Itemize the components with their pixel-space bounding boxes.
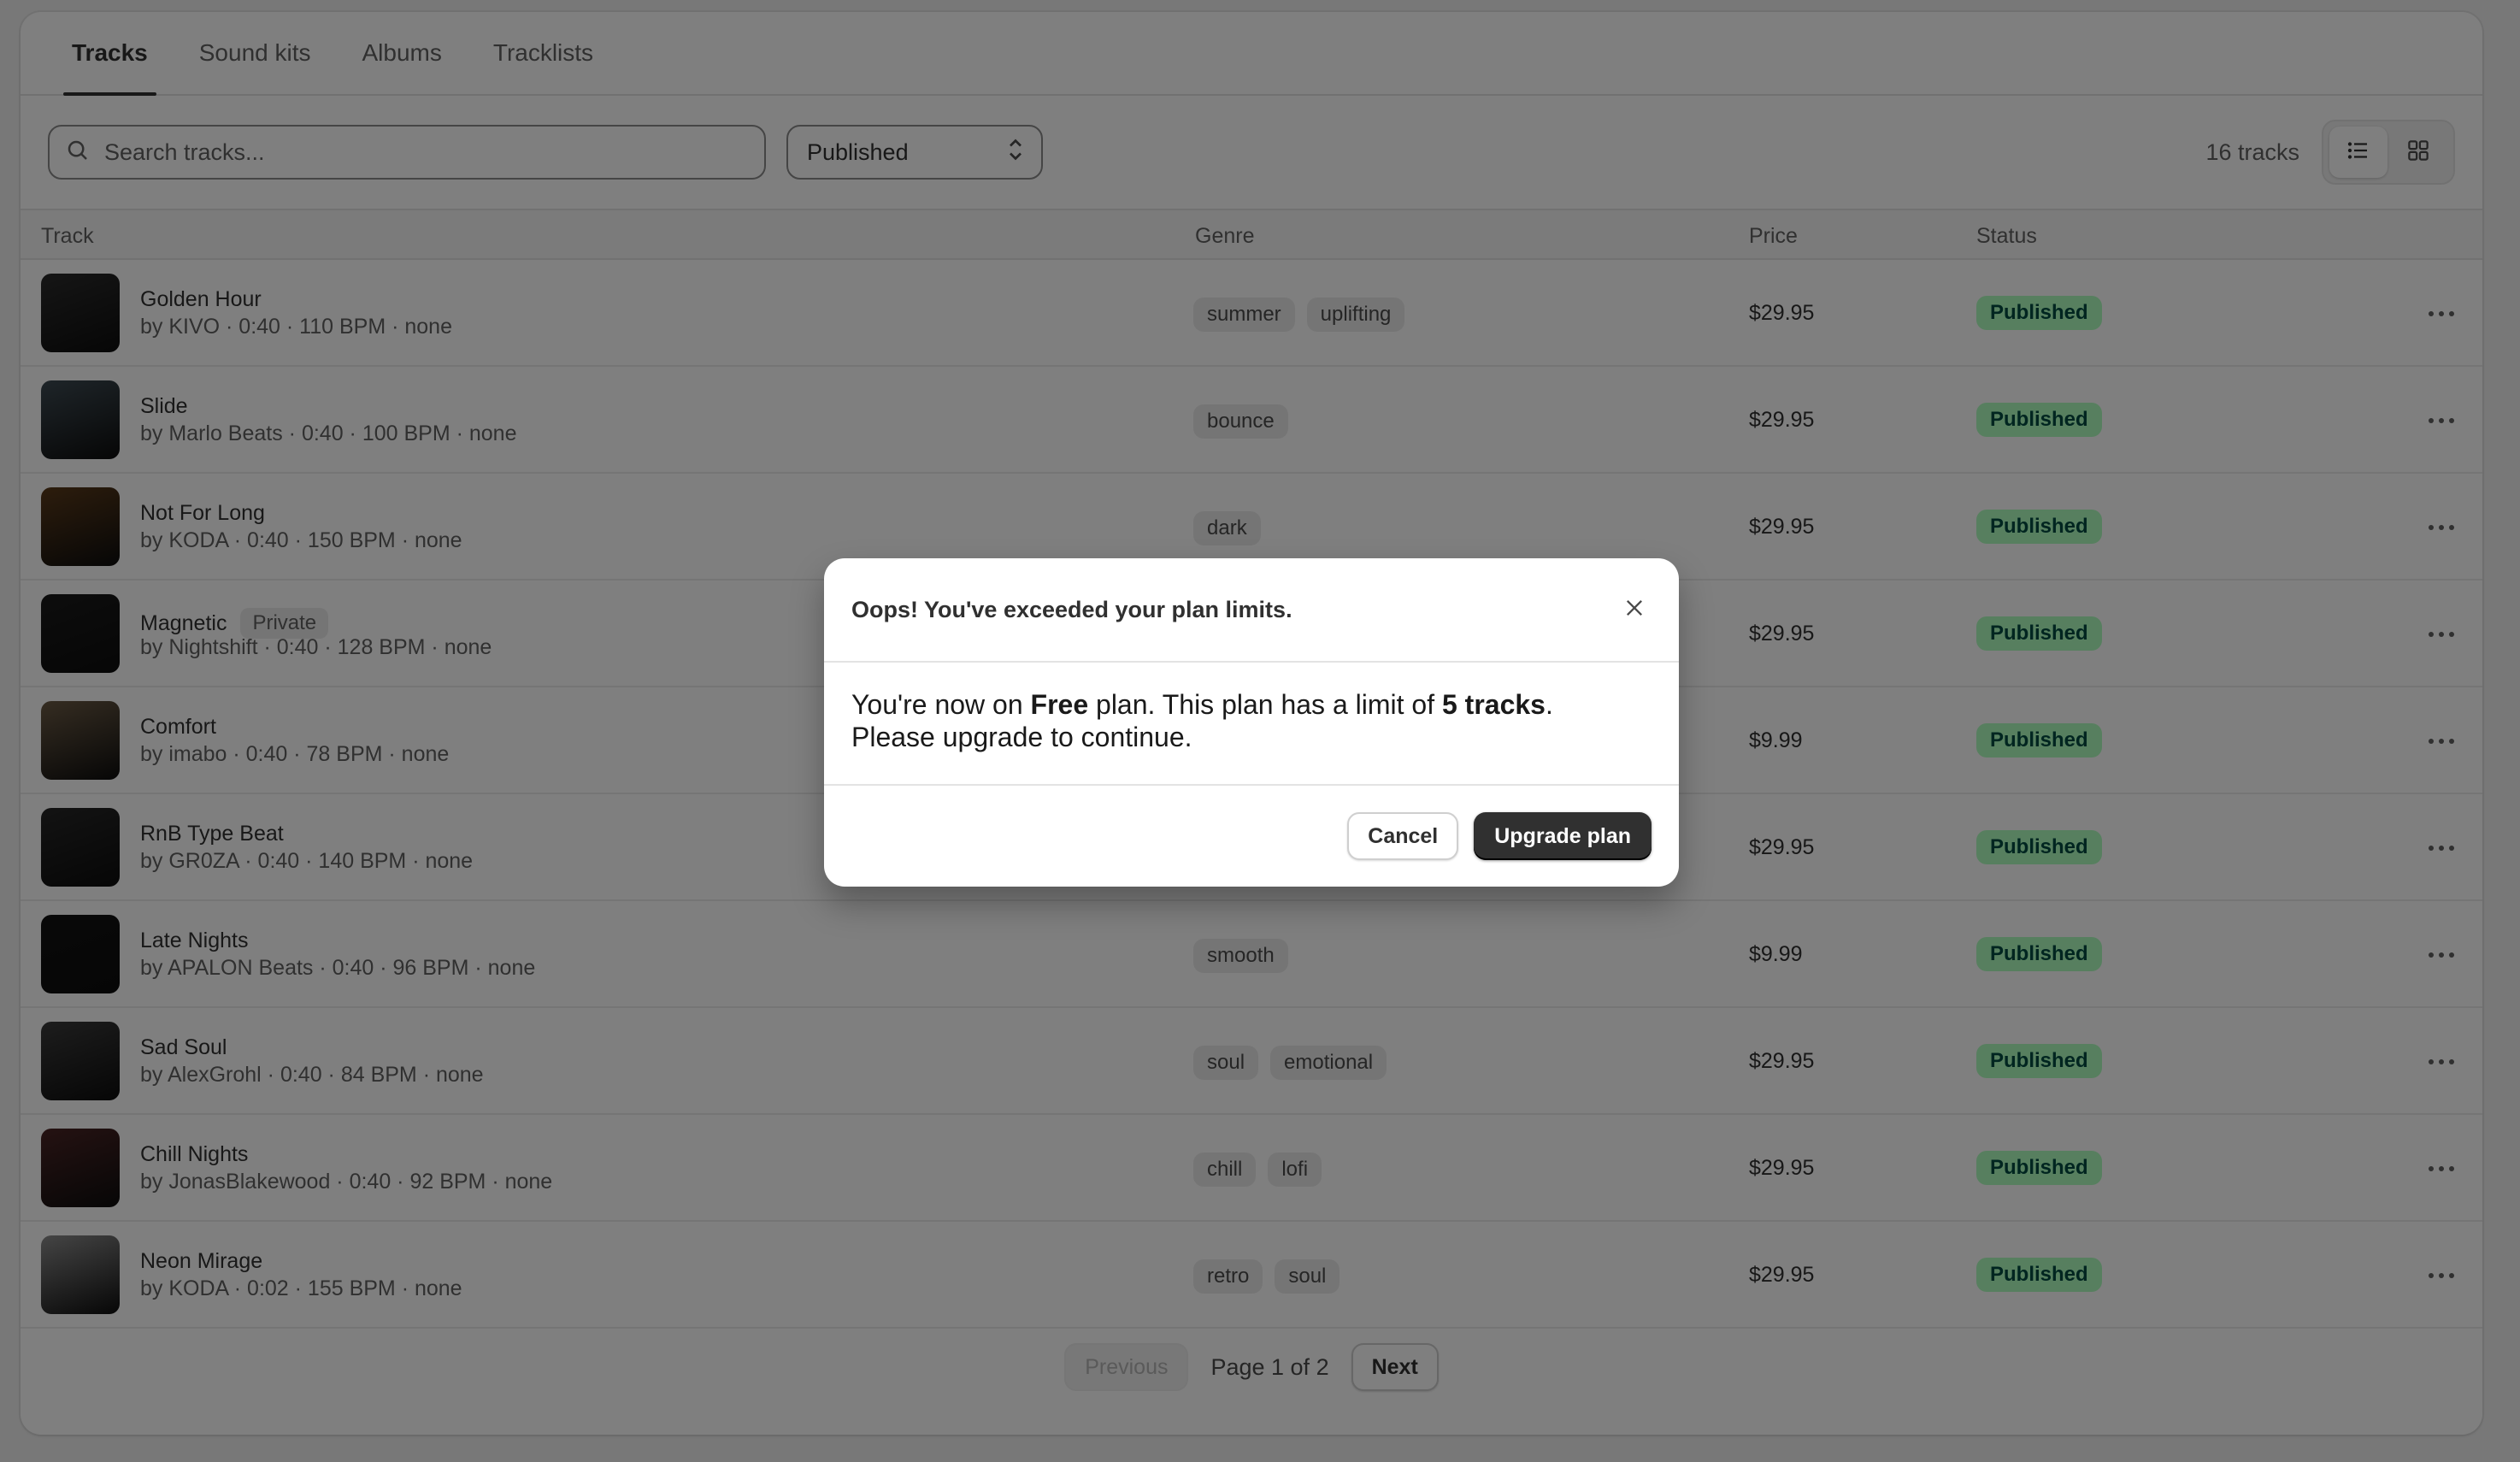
modal-body: You're now on Free plan. This plan has a…: [824, 663, 1679, 786]
modal-close-button[interactable]: [1617, 592, 1652, 627]
plan-limit: 5 tracks: [1441, 689, 1546, 720]
plan-name: Free: [1030, 689, 1089, 720]
modal-header: Oops! You've exceeded your plan limits.: [824, 558, 1679, 663]
modal-title: Oops! You've exceeded your plan limits.: [851, 596, 1292, 622]
plan-limit-modal: Oops! You've exceeded your plan limits. …: [824, 558, 1679, 887]
modal-footer: Cancel Upgrade plan: [824, 786, 1679, 887]
message-text: plan. This plan has a limit of: [1088, 689, 1442, 720]
close-icon: [1622, 596, 1646, 624]
cancel-button[interactable]: Cancel: [1347, 812, 1459, 860]
message-text: You're now on: [851, 689, 1031, 720]
modal-message-line1: You're now on Free plan. This plan has a…: [851, 688, 1652, 721]
upgrade-plan-button[interactable]: Upgrade plan: [1474, 812, 1652, 860]
modal-message-line2: Please upgrade to continue.: [851, 722, 1192, 752]
message-text: .: [1545, 689, 1553, 720]
